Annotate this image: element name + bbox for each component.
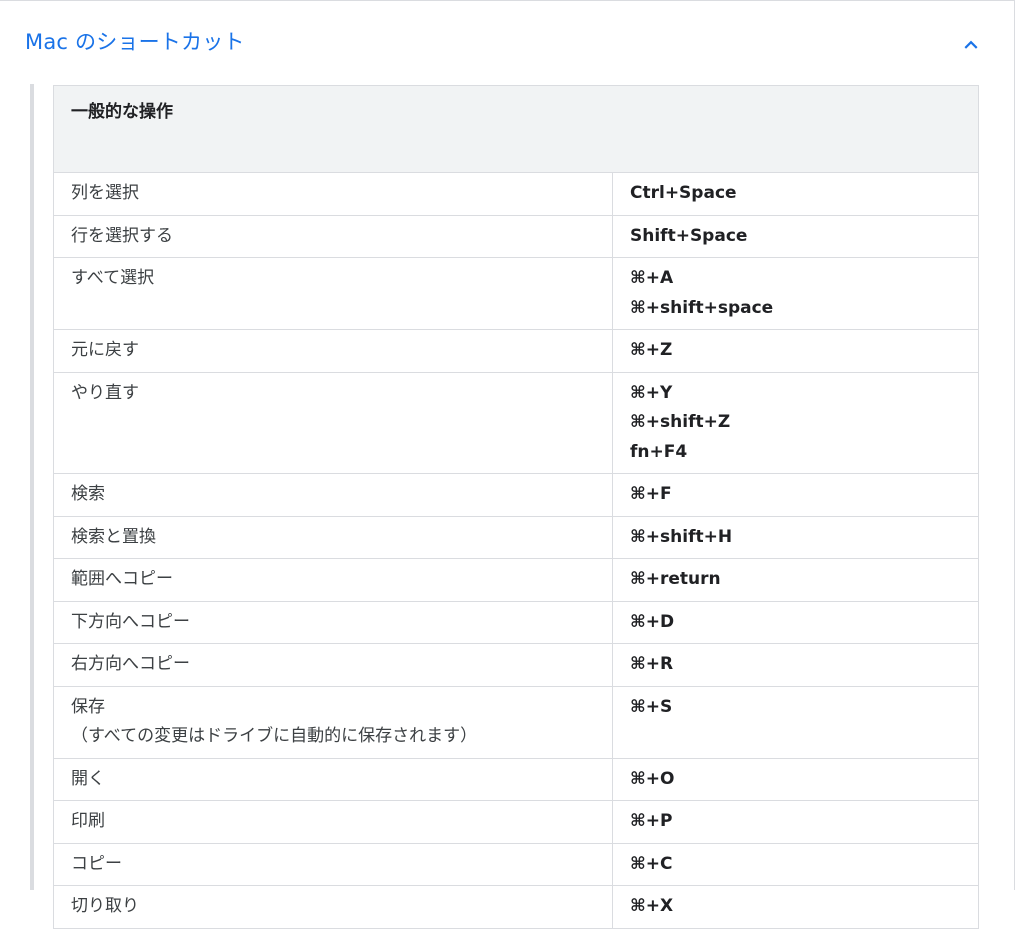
table-row: 行を選択する Shift+Space (53, 214, 979, 258)
action-text: 検索 (71, 484, 105, 504)
shortcut-action: 検索 (53, 473, 613, 517)
action-text: やり直す (71, 382, 139, 403)
shortcut-keys: ⌘+R (612, 643, 979, 687)
action-text: 右方向へコピー (71, 654, 190, 674)
chevron-up-icon[interactable] (958, 32, 984, 58)
table-row: 下方向へコピー ⌘+D (53, 600, 979, 644)
shortcut-action: 範囲へコピー (53, 558, 613, 602)
key-combo: ⌘+P (630, 811, 673, 831)
key-combo: fn+F4 (630, 441, 688, 462)
shortcut-action: 検索と置換 (53, 515, 613, 559)
table-header-row: 一般的な操作 (53, 85, 979, 173)
table-row: 切り取り ⌘+X (53, 885, 979, 929)
shortcut-action: 列を選択 (53, 172, 613, 216)
key-combo: ⌘+S (630, 696, 673, 717)
key-combo: ⌘+shift+H (630, 526, 733, 547)
shortcut-action: やり直す (53, 371, 613, 474)
action-text: 開く (71, 768, 105, 789)
action-text: 検索と置換 (71, 526, 156, 547)
action-text: 下方向へコピー (71, 611, 190, 632)
key-combo: ⌘+Z (630, 340, 673, 360)
table-row: 元に戻す ⌘+Z (53, 329, 979, 373)
section-header-toggle[interactable]: Mac のショートカット (0, 18, 1014, 66)
panel-right-border (1014, 0, 1015, 890)
table-row: 検索と置換 ⌘+shift+H (53, 515, 979, 559)
shortcut-action: 印刷 (53, 800, 613, 844)
shortcut-keys: ⌘+C (612, 842, 979, 886)
shortcut-keys: ⌘+O (612, 757, 979, 801)
shortcut-action: 開く (53, 757, 613, 801)
action-text: すべて選択 (71, 268, 155, 288)
action-text: 印刷 (71, 811, 105, 831)
shortcut-keys: ⌘+X (612, 885, 979, 929)
key-combo: ⌘+F (630, 484, 672, 504)
table-row: 右方向へコピー ⌘+R (53, 643, 979, 687)
shortcut-action: 下方向へコピー (53, 600, 613, 644)
table-row: やり直す ⌘+Y ⌘+shift+Z fn+F4 (53, 371, 979, 474)
shortcut-action: 切り取り (53, 885, 613, 929)
action-text: 切り取り (71, 896, 139, 916)
shortcut-action: すべて選択 (53, 257, 613, 330)
key-combo: ⌘+R (630, 654, 674, 674)
shortcut-keys: Shift+Space (612, 214, 979, 258)
table-row: 検索 ⌘+F (53, 473, 979, 517)
table-body: 列を選択 Ctrl+Space 行を選択する Shift+Space すべて選択 ⌘+A ⌘… (53, 172, 979, 929)
table-row: コピー ⌘+C (53, 842, 979, 886)
key-combo: ⌘+X (630, 896, 674, 916)
shortcut-keys: ⌘+S (612, 685, 979, 759)
key-combo: ⌘+A (630, 268, 674, 288)
shortcuts-table: 一般的な操作 列を選択 Ctrl+Space 行を選択する Shift+Space すべ… (53, 85, 979, 929)
key-combo: ⌘+D (630, 611, 675, 632)
table-row: 列を選択 Ctrl+Space (53, 172, 979, 216)
action-text: 列を選択 (71, 183, 139, 203)
action-text: 行を選択する (71, 225, 173, 246)
shortcut-action: 元に戻す (53, 329, 613, 373)
action-text: 範囲へコピー (71, 569, 173, 589)
action-text: 元に戻す (71, 340, 139, 360)
table-row: 印刷 ⌘+P (53, 800, 979, 844)
shortcut-action: 保存 （すべての変更はドライブに自動的に保存されます） (53, 685, 613, 759)
shortcut-keys: ⌘+shift+H (612, 515, 979, 559)
section-indent-bar (30, 84, 34, 890)
table-row: すべて選択 ⌘+A ⌘+shift+space (53, 257, 979, 330)
key-combo: ⌘+C (630, 853, 673, 874)
key-combo: Shift+Space (630, 225, 748, 246)
top-divider (0, 0, 1014, 1)
action-text: （すべての変更はドライブに自動的に保存されます） (71, 726, 478, 746)
action-text: 保存 (71, 696, 105, 717)
shortcut-keys: ⌘+Z (612, 329, 979, 373)
shortcut-keys: ⌘+A ⌘+shift+space (612, 257, 979, 330)
action-text: コピー (71, 853, 122, 874)
key-combo: ⌘+return (630, 569, 721, 589)
shortcut-action: コピー (53, 842, 613, 886)
key-combo: Ctrl+Space (630, 183, 737, 203)
key-combo: ⌘+shift+Z (630, 412, 731, 432)
shortcut-keys: Ctrl+Space (612, 172, 979, 216)
shortcut-keys: ⌘+Y ⌘+shift+Z fn+F4 (612, 371, 979, 474)
key-combo: ⌘+shift+space (630, 297, 774, 318)
shortcut-action: 行を選択する (53, 214, 613, 258)
table-header: 一般的な操作 (53, 85, 979, 173)
section-title: Mac のショートカット (25, 30, 245, 54)
shortcut-action: 右方向へコピー (53, 643, 613, 687)
shortcut-keys: ⌘+return (612, 558, 979, 602)
table-row: 保存 （すべての変更はドライブに自動的に保存されます） ⌘+S (53, 685, 979, 759)
table-row: 範囲へコピー ⌘+return (53, 558, 979, 602)
table-row: 開く ⌘+O (53, 757, 979, 801)
shortcut-keys: ⌘+F (612, 473, 979, 517)
key-combo: ⌘+Y (630, 382, 673, 403)
shortcut-keys: ⌘+P (612, 800, 979, 844)
key-combo: ⌘+O (630, 768, 675, 789)
shortcut-keys: ⌘+D (612, 600, 979, 644)
